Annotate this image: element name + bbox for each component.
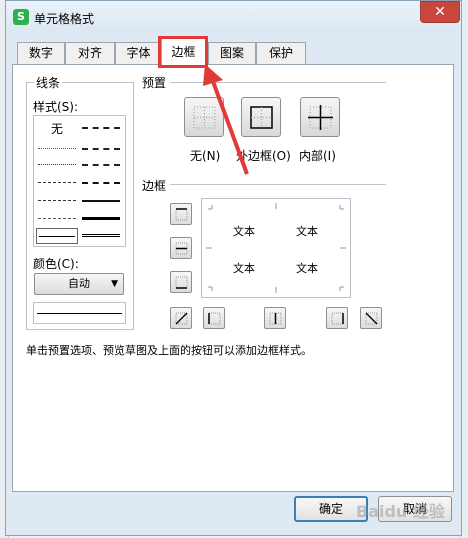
diagonal-up-icon — [175, 312, 188, 325]
line-preview-sample — [33, 302, 126, 324]
border-inside-horizontal-icon — [175, 242, 188, 255]
tab-protection[interactable]: 保护 — [256, 42, 306, 64]
color-label: 颜色(C): — [33, 257, 79, 271]
border-preview-area[interactable]: 文本 文本 文本 文本 — [201, 198, 351, 298]
border-group-title: 边框 — [140, 177, 169, 194]
diagonal-down-icon — [365, 312, 378, 325]
line-style-medium-dash-dot-dot-a[interactable] — [82, 127, 120, 129]
preview-text-top-left: 文本 — [233, 225, 255, 238]
inside-border-icon — [308, 105, 333, 130]
chevron-down-icon: ▼ — [111, 279, 118, 289]
border-inside-vertical-icon — [269, 312, 282, 325]
border-bottom-button[interactable] — [170, 271, 192, 293]
border-bottom-icon — [175, 276, 188, 289]
line-style-double[interactable] — [82, 234, 120, 237]
line-style-thick[interactable] — [82, 217, 120, 220]
hint-text: 单击预置选项、预览草图及上面的按钮可以添加边框样式。 — [26, 344, 312, 357]
line-style-dotted[interactable] — [38, 164, 76, 165]
title-bar: S 单元格格式 ✕ — [6, 1, 461, 33]
style-label: 样式(S): — [33, 100, 79, 114]
border-inside-vertical-button[interactable] — [264, 307, 286, 329]
watermark: Baidu 经验 — [356, 502, 445, 521]
border-top-button[interactable] — [170, 203, 192, 225]
line-sample-thin — [39, 236, 75, 237]
tab-font[interactable]: 字体 — [115, 42, 162, 64]
preset-inside-label: 内部(I) — [299, 149, 336, 163]
preset-inside-button[interactable] — [300, 97, 340, 137]
line-style-hair[interactable] — [38, 148, 76, 149]
line-style-medium[interactable] — [82, 200, 120, 202]
border-right-icon — [331, 312, 344, 325]
border-right-button[interactable] — [326, 307, 348, 329]
color-dropdown[interactable]: 自动 ▼ — [34, 273, 124, 295]
border-left-icon — [208, 312, 221, 325]
dialog-title: 单元格格式 — [34, 12, 95, 26]
line-style-slanted-dash-dot[interactable] — [82, 148, 120, 150]
line-style-dash-dot-dot[interactable] — [38, 182, 76, 183]
line-style-thin-selected[interactable] — [36, 228, 78, 244]
border-diagonal-up-button[interactable] — [170, 307, 192, 329]
line-style-list[interactable]: 无 — [33, 115, 126, 247]
preview-corner-marks — [206, 203, 346, 293]
presets-group-title: 预置 — [140, 74, 169, 91]
border-divider — [170, 184, 386, 185]
preview-text-bottom-right: 文本 — [296, 262, 318, 275]
border-inside-horizontal-button[interactable] — [170, 237, 192, 259]
border-left-button[interactable] — [203, 307, 225, 329]
color-value: 自动 — [68, 277, 90, 290]
line-style-none[interactable]: 无 — [51, 120, 63, 137]
line-style-medium-dashed[interactable] — [82, 182, 120, 184]
preview-text-bottom-left: 文本 — [233, 262, 255, 275]
preview-text-top-right: 文本 — [296, 225, 318, 238]
close-button[interactable]: ✕ — [420, 1, 460, 23]
app-icon: S — [13, 9, 29, 25]
tab-number[interactable]: 数字 — [17, 42, 65, 64]
line-style-dashed[interactable] — [38, 218, 76, 219]
line-style-medium-dash-dot[interactable] — [82, 164, 120, 166]
line-group-title: 线条 — [34, 74, 63, 91]
border-top-icon — [175, 208, 188, 221]
tab-alignment[interactable]: 对齐 — [65, 42, 115, 64]
line-style-dash-dot[interactable] — [38, 200, 76, 201]
annotation-arrow-icon — [203, 64, 249, 175]
tab-pattern[interactable]: 图案 — [208, 42, 256, 64]
border-diagonal-down-button[interactable] — [360, 307, 382, 329]
